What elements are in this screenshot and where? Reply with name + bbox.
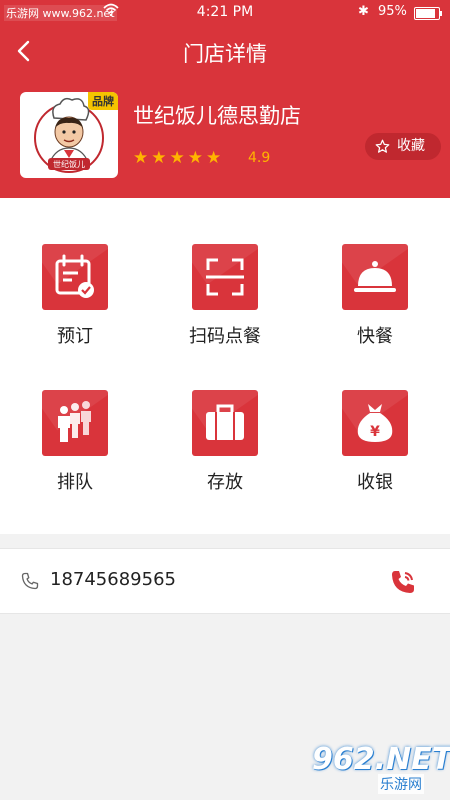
star-icon: ★ [169, 148, 185, 168]
star-icon: ★ [206, 148, 222, 168]
store-info: 世纪饭儿 品牌 世纪饭儿德思勤店 ★ ★ ★ ★ ★ 4.9 收藏 [20, 92, 441, 180]
store-name: 世纪饭儿德思勤店 [133, 104, 301, 128]
store-header: 乐游网 www.962.net 4:21 PM ✱ 95% 门店详情 世纪饭儿 … [0, 0, 450, 198]
service-scan-order[interactable]: 扫码点餐 [150, 238, 300, 388]
scan-icon-box [192, 244, 258, 310]
logo-text: 世纪饭儿 [53, 159, 85, 169]
watermark-number: 962.NET [312, 742, 450, 777]
scan-icon [206, 258, 244, 296]
fast-food-icon-box [342, 244, 408, 310]
star-icon: ★ [187, 148, 203, 168]
cashier-icon-box: ¥ [342, 390, 408, 456]
page-title: 门店详情 [183, 42, 267, 66]
call-button-icon[interactable] [388, 567, 418, 597]
svg-text:¥: ¥ [370, 424, 380, 440]
booking-label: 预订 [57, 326, 93, 347]
section-divider [0, 534, 450, 548]
storage-label: 存放 [207, 472, 243, 493]
luggage-icon [206, 404, 244, 440]
booking-icon-box [42, 244, 108, 310]
star-outline-icon [375, 139, 390, 153]
queue-people-icon [58, 401, 91, 442]
store-logo: 世纪饭儿 品牌 [20, 92, 118, 178]
fast-food-label: 快餐 [357, 326, 393, 347]
storage-icon-box [192, 390, 258, 456]
service-storage[interactable]: 存放 [150, 384, 300, 534]
phone-number: 18745689565 [50, 569, 176, 590]
nav-bar: 门店详情 [0, 26, 450, 76]
queue-label: 排队 [57, 472, 93, 493]
queue-icon-box [42, 390, 108, 456]
collect-label: 收藏 [397, 138, 425, 154]
cashier-label: 收银 [357, 472, 393, 493]
status-bar: 乐游网 www.962.net 4:21 PM ✱ 95% [0, 0, 450, 26]
service-booking[interactable]: 预订 [0, 238, 150, 388]
rating-stars: ★ ★ ★ ★ ★ 4.9 [133, 148, 270, 168]
scan-order-label: 扫码点餐 [189, 326, 261, 347]
battery-level-fill [416, 9, 435, 18]
service-fast-food[interactable]: 快餐 [300, 238, 450, 388]
service-cashier[interactable]: ¥ 收银 [300, 384, 450, 534]
cloche-icon [354, 261, 396, 292]
service-grid: 预订 扫码点餐 快餐 排队 存放 ¥ 收银 [0, 198, 450, 534]
watermark: 962.NET 乐游网 [312, 742, 450, 794]
battery-percent: 95% [378, 4, 407, 19]
watermark-sub: 乐游网 [378, 774, 424, 794]
star-icon: ★ [133, 148, 149, 168]
battery-icon [414, 7, 442, 20]
contact-row[interactable]: 18745689565 [0, 548, 450, 614]
phone-icon [21, 572, 39, 590]
service-queue[interactable]: 排队 [0, 384, 150, 534]
bluetooth-icon: ✱ [358, 4, 369, 19]
collect-button[interactable]: 收藏 [365, 133, 441, 160]
calendar-check-icon [55, 254, 94, 298]
star-icon: ★ [151, 148, 167, 168]
money-bag-icon: ¥ [357, 404, 393, 442]
brand-badge: 品牌 [88, 92, 118, 110]
rating-score: 4.9 [248, 150, 271, 166]
